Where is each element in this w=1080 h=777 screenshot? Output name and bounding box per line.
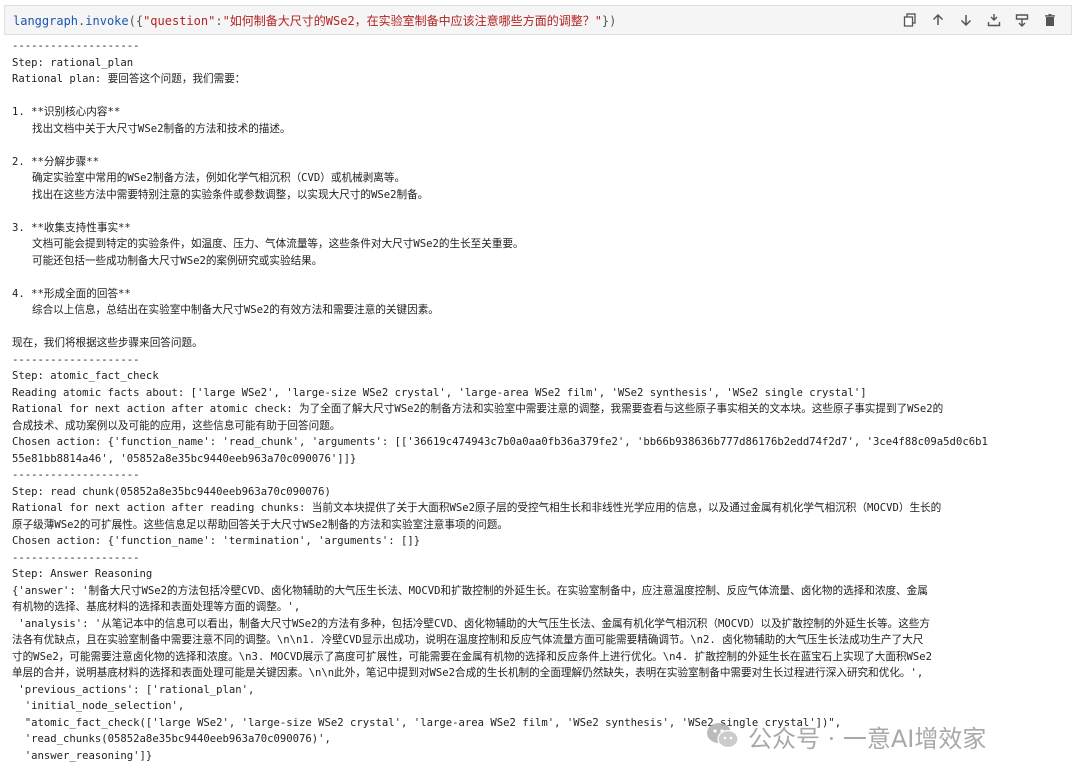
code-input[interactable]: langgraph.invoke({"question":"如何制备大尺寸的WS… <box>5 12 901 29</box>
output-line: 寸的WSe2，可能需要注意卤化物的选择和浓度。\n3. MOCVD展示了高度可扩… <box>12 650 933 663</box>
output-line: 合成技术、成功案例以及可能的应用，这些信息可能有助于回答问题。 <box>12 419 341 432</box>
copy-icon[interactable] <box>901 11 919 29</box>
code-close: }) <box>601 13 617 28</box>
cell-toolbar <box>901 11 1071 29</box>
code-key: "question" <box>143 13 216 28</box>
output-line: 55e81bb8814a46', '05852a8e35bc9440eeb963… <box>12 452 357 465</box>
code-module: langgraph <box>13 13 79 28</box>
output-line: 3. **收集支持性事实** <box>12 221 131 234</box>
output-line: 文档可能会提到特定的实验条件，如温度、压力、气体流量等，这些条件对大尺寸WSe2… <box>32 238 524 250</box>
output-line: 4. **形成全面的回答** <box>12 287 131 300</box>
delete-icon[interactable] <box>1041 11 1059 29</box>
output-line: Step: read chunk(05852a8e35bc9440eeb963a… <box>12 485 331 498</box>
output-line: Step: rational_plan <box>12 56 134 69</box>
code-cell[interactable]: langgraph.invoke({"question":"如何制备大尺寸的WS… <box>4 5 1072 35</box>
output-line: Reading atomic facts about: ['large WSe2… <box>12 386 867 399</box>
output-line: 原子级薄WSe2的可扩展性。这些信息足以帮助回答关于大尺寸WSe2制备的方法和实… <box>12 518 508 531</box>
output-line: 2. **分解步骤** <box>12 155 100 168</box>
output-line: 找出文档中关于大尺寸WSe2制备的方法和技术的描述。 <box>32 122 291 135</box>
output-line: 找出在这些方法中需要特别注意的实验条件或参数调整，以实现大尺寸的WSe2制备。 <box>32 188 429 201</box>
output-line: -------------------- <box>12 469 140 481</box>
output-line: 有机物的选择、基底材料的选择和表面处理等方面的调整。', <box>12 601 301 613</box>
output-line: Rational for next action after reading c… <box>12 502 942 514</box>
code-value: "如何制备大尺寸的WSe2，在实验室制备中应该注意哪些方面的调整？" <box>222 13 602 28</box>
code-colon: : <box>215 13 223 28</box>
arrow-down-icon[interactable] <box>957 11 975 29</box>
output-line: Rational for next action after atomic ch… <box>12 403 944 415</box>
wechat-logo-icon <box>707 723 739 749</box>
arrow-up-icon[interactable] <box>929 11 947 29</box>
output-line: 'previous_actions': ['rational_plan', <box>12 683 255 696</box>
output-line: Chosen action: {'function_name': 'read_c… <box>12 436 988 448</box>
output-line: Step: Answer Reasoning <box>12 568 153 580</box>
output-line: Step: atomic_fact_check <box>12 370 159 382</box>
output-line: 1. **识别核心内容** <box>12 106 121 118</box>
output-line: Rational plan: 要回答这个问题，我们需要： <box>12 73 246 85</box>
code-open: ({ <box>128 13 144 28</box>
output-line: -------------------- <box>12 353 140 366</box>
output-line: 单层的合并，说明基底材料的选择和表面处理可能是关键因素。\n\n此外，笔记中提到… <box>12 667 924 679</box>
output-line: -------------------- <box>12 40 140 52</box>
insert-below-icon[interactable] <box>985 11 1003 29</box>
output-line: 综合以上信息，总结出在实验室中制备大尺寸WSe2的有效方法和需要注意的关键因素。 <box>32 304 439 316</box>
watermark: 公众号 · 一意AI增效家 <box>706 716 986 756</box>
code-method: invoke <box>85 13 129 28</box>
output-line: Chosen action: {'function_name': 'termin… <box>12 535 421 547</box>
output-line: 确定实验室中常用的WSe2制备方法，例如化学气相沉积（CVD）或机械剥离等。 <box>32 172 406 184</box>
watermark-text: 公众号 · 一意AI增效家 <box>748 724 987 753</box>
cell-output: -------------------- Step: rational_plan R… <box>12 38 1074 764</box>
split-cell-icon[interactable] <box>1013 11 1031 29</box>
output-line: 'initial_node_selection', <box>12 700 185 712</box>
output-line: {'answer': '制备大尺寸WSe2的方法包括冷壁CVD、卤化物辅助的大气… <box>12 584 928 597</box>
output-line: 可能还包括一些成功制备大尺寸WSe2的案例研究或实验结果。 <box>32 254 323 267</box>
output-line: 'analysis': '从笔记本中的信息可以看出，制备大尺寸WSe2的方法有多… <box>12 617 930 630</box>
output-line: 现在，我们将根据这些步骤来回答问题。 <box>12 337 203 349</box>
output-line: -------------------- <box>12 551 140 564</box>
output-line: 法各有优缺点，且在实验室制备中需要注意不同的调整。\n\n1. 冷壁CVD显示出… <box>12 634 924 646</box>
